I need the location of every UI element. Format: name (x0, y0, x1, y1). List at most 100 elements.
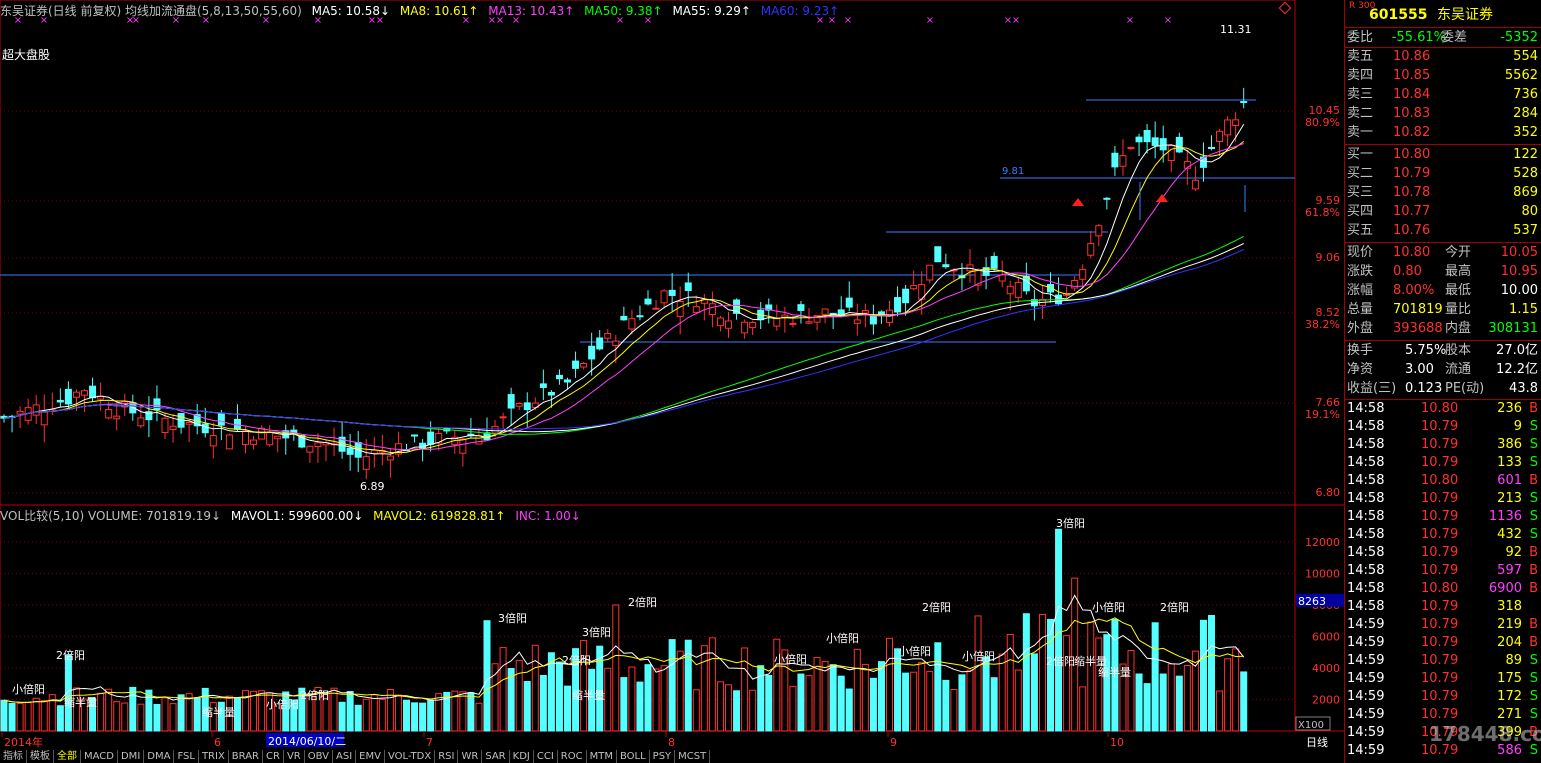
volume-signal-label: 小倍阳 (266, 697, 299, 711)
bid-price: 10.76 (1393, 223, 1431, 238)
mavol2-label: MAVOL2: 619828.81↑ (373, 509, 506, 523)
volume-bar-down (427, 699, 435, 732)
tab-mtm[interactable]: MTM (587, 750, 617, 763)
ask-label: 卖四 (1347, 68, 1374, 83)
volume-axis-label: 10000 (1305, 567, 1340, 580)
tab-boll[interactable]: BOLL (617, 750, 650, 763)
weibi-row: 委比 -55.61% 委差 -5352 (1345, 29, 1541, 47)
volume-bar-up (1079, 686, 1087, 732)
tab-cci[interactable]: CCI (534, 750, 558, 763)
tick-time: 14:59 (1347, 653, 1385, 668)
tick-side: B (1529, 545, 1538, 560)
volume-bar-up (362, 698, 370, 732)
volume-bar-up (250, 690, 258, 732)
volume-bar-up (676, 650, 684, 732)
volume-bar-up (72, 687, 80, 732)
tab-指标[interactable]: 指标 (0, 750, 27, 763)
volume-bar-up (749, 689, 757, 732)
volume-bar-up (998, 653, 1006, 732)
candle-down (684, 282, 692, 291)
candle-up (660, 290, 668, 304)
bid-volume: 80 (1521, 204, 1538, 219)
tab-trix[interactable]: TRIX (199, 750, 229, 763)
tab-psy[interactable]: PSY (650, 750, 676, 763)
level-label: 9.81 (1002, 166, 1024, 177)
volume-bar-down (797, 673, 805, 732)
volume-bar-up (716, 681, 724, 732)
tab-sar[interactable]: SAR (482, 750, 510, 763)
tab-dma[interactable]: DMA (144, 750, 175, 763)
tab-obv[interactable]: OBV (305, 750, 333, 763)
tab-emv[interactable]: EMV (356, 750, 385, 763)
volume-bar-up (910, 671, 918, 732)
volume-bar-down (8, 702, 16, 732)
candle-up (161, 417, 169, 434)
bid-row: 买五 10.76 537 (1345, 222, 1541, 240)
stat-label: 涨跌 (1347, 264, 1374, 279)
diamond-icon (1278, 1, 1292, 15)
tab-模板[interactable]: 模板 (27, 750, 54, 763)
tick-side: S (1529, 419, 1538, 434)
tick-time: 14:58 (1347, 473, 1385, 488)
tab-vol-tdx[interactable]: VOL-TDX (385, 750, 436, 763)
candle-down (942, 264, 950, 268)
volume-bar-up (886, 637, 893, 732)
candle-up (169, 425, 177, 430)
tick-volume: 92 (1505, 545, 1522, 560)
quote-title: R 300 601555 东吴证券 (1345, 2, 1541, 24)
tab-mcst[interactable]: MCST (675, 750, 711, 763)
tab-wr[interactable]: WR (458, 750, 483, 763)
volume-axis-label: 4000 (1312, 662, 1340, 675)
high-label: 11.31 (1220, 23, 1252, 36)
stat-label: 股本 (1445, 343, 1472, 358)
tick-time: 14:59 (1347, 617, 1385, 632)
stat-value: 12.2亿 (1496, 362, 1538, 377)
ask-price: 10.82 (1393, 125, 1431, 140)
tab-macd[interactable]: MACD (81, 750, 118, 763)
stat-label: 涨幅 (1347, 283, 1374, 298)
volume-bar-down (829, 664, 837, 732)
volume-bar-down (765, 674, 773, 732)
volume-signal-label: 小倍阳 (826, 631, 859, 645)
date-label: 9 (890, 736, 897, 749)
ask-volume: 352 (1513, 125, 1538, 140)
stat-value: 10.00 (1500, 283, 1538, 298)
weidiff-label: 委差 (1441, 30, 1468, 45)
ask-price: 10.83 (1393, 106, 1431, 121)
stat-row: 涨跌 0.80 最高 10.95 (1345, 263, 1541, 281)
tick-side: S (1529, 653, 1538, 668)
tab-全部[interactable]: 全部 (54, 750, 81, 763)
tab-rsi[interactable]: RSI (435, 750, 459, 763)
tab-fsl[interactable]: FSL (174, 750, 199, 763)
volume-bar-up (475, 702, 483, 732)
tab-cr[interactable]: CR (263, 750, 284, 763)
candle-up (910, 285, 918, 290)
volume-bar-up (515, 659, 523, 732)
volume-bar-up (700, 645, 708, 732)
volume-bar-up (16, 703, 24, 732)
volume-bar-up (1063, 635, 1071, 732)
ma55-line (3, 243, 1244, 433)
volume-axis-label: 2000 (1312, 693, 1340, 706)
tab-brar[interactable]: BRAR (229, 750, 263, 763)
candle-down (934, 246, 942, 263)
candle-up (652, 307, 660, 310)
tick-price: 10.79 (1421, 653, 1459, 668)
bid-price: 10.79 (1393, 166, 1431, 181)
candle-down (902, 288, 910, 304)
tab-vr[interactable]: VR (284, 750, 305, 763)
bid-label: 买四 (1347, 204, 1374, 219)
tab-roc[interactable]: ROC (558, 750, 587, 763)
tab-kdj[interactable]: KDJ (510, 750, 534, 763)
tick-time: 14:58 (1347, 599, 1385, 614)
tab-asi[interactable]: ASI (333, 750, 357, 763)
kline-chart[interactable]: 10.4580.9%9.5961.8%9.068.5238.2%7.6619.1… (0, 0, 1344, 763)
watermark: 178448.com (1429, 722, 1541, 746)
stat-value: 10.80 (1393, 245, 1431, 260)
tab-dmi[interactable]: DMI (118, 750, 145, 763)
candle-up (580, 363, 588, 368)
volume-bar-down (1151, 622, 1159, 732)
volume-bar-down (0, 699, 8, 732)
candle-down (346, 447, 354, 455)
volume-bar-down (1135, 673, 1143, 732)
